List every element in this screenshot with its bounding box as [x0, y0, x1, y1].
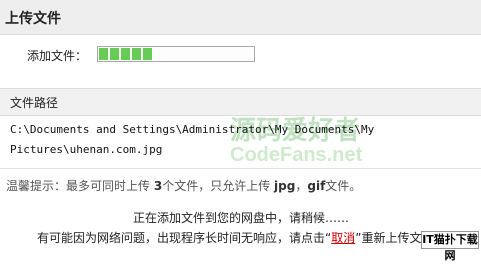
tip-sep: ， — [295, 179, 308, 193]
tip-mid: 个文件，只允许上传 — [162, 179, 271, 193]
page-title: 上传文件 — [5, 11, 61, 27]
status-message: 正在添加文件到您的网盘中，请稍候…… — [133, 211, 350, 225]
file-path-value: C:\Documents and Settings\Administrator\… — [10, 120, 470, 160]
progress-segment — [99, 48, 108, 60]
cancel-link[interactable]: 取消 — [331, 231, 355, 245]
site-badge: IT猫扑下载网 — [421, 231, 479, 262]
progress-segment — [143, 48, 152, 60]
progress-segment — [132, 48, 141, 60]
progress-segment — [110, 48, 119, 60]
file-path-line2: Pictures\uhenan.com.jpg — [10, 143, 163, 156]
status-hint-prefix: 有可能因为网络问题，出现程序长时间无响应，请点击“ — [37, 231, 332, 245]
tip-ext-gif: gif — [307, 179, 326, 193]
upload-tip: 温馨提示：最多可同时上传 3个文件，只允许上传 jpg，gif文件。 — [6, 177, 361, 194]
tip-suffix: 文件。 — [325, 179, 362, 193]
tip-prefix: 温馨提示：最多可同时上传 — [6, 179, 151, 193]
file-path-line1: C:\Documents and Settings\Administrator\… — [10, 123, 375, 136]
upload-progress-fill — [99, 48, 152, 60]
tip-ext-jpg: jpg — [274, 179, 296, 193]
upload-progress-bar — [97, 46, 255, 62]
tip-count: 3 — [153, 179, 163, 193]
section-divider — [0, 168, 481, 169]
status-hint: 有可能因为网络问题，出现程序长时间无响应，请点击“取消”重新上传文件。 — [37, 229, 445, 246]
add-file-label: 添加文件： — [27, 49, 88, 63]
file-path-heading: 文件路径 — [10, 96, 59, 110]
header-bar: 上传文件 — [0, 0, 481, 35]
progress-segment — [121, 48, 130, 60]
